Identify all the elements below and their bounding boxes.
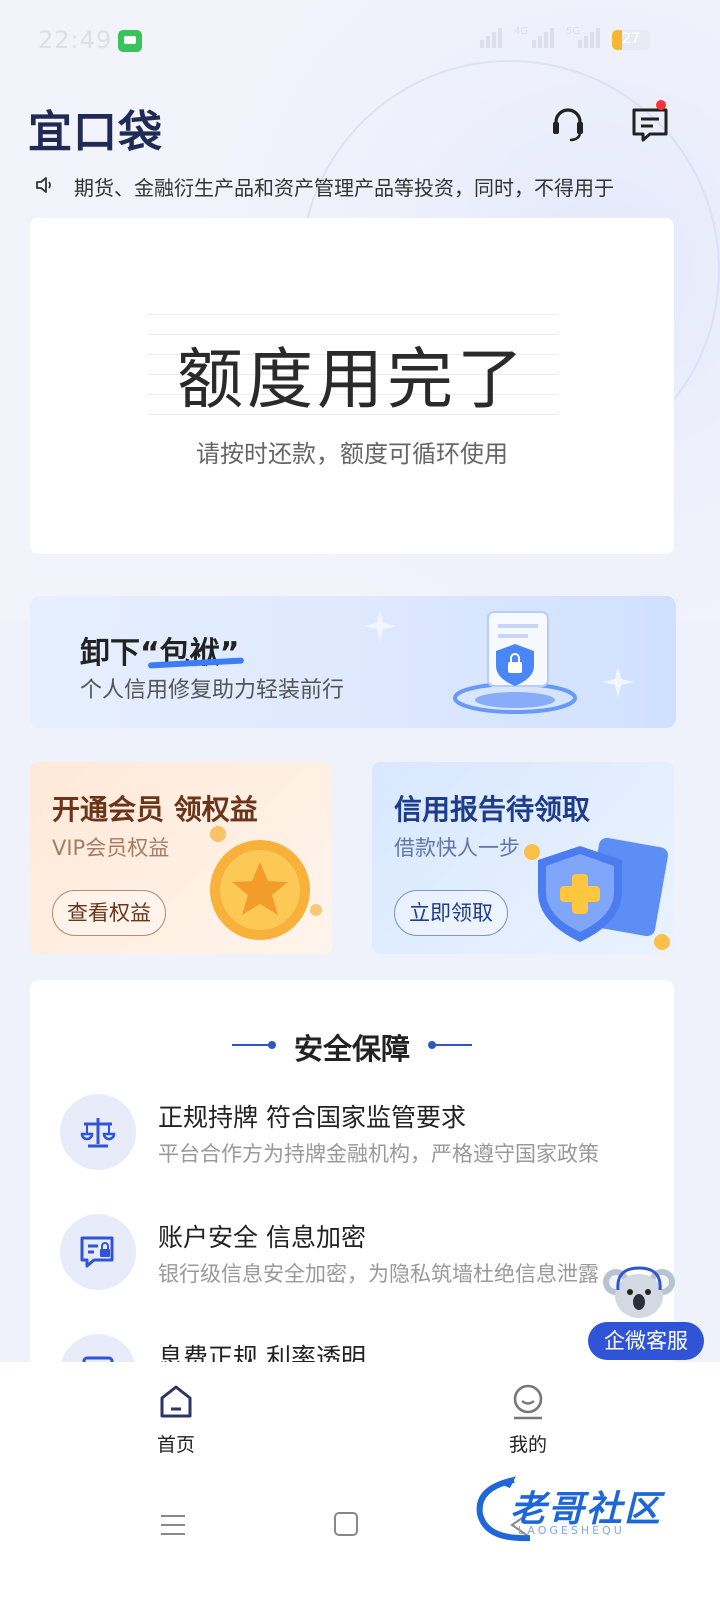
sparkle-icon: [602, 666, 634, 698]
bottom-nav: 首页 我的: [0, 1362, 720, 1472]
status-time: 22:49: [38, 26, 113, 54]
credit-report-promo-card[interactable]: 信用报告待领取 借款快人一步 立即领取: [372, 762, 674, 954]
credit-repair-banner[interactable]: 卸下“包袱” 个人信用修复助力轻装前行: [30, 596, 676, 728]
wecom-support-label: 企微客服: [588, 1322, 704, 1360]
sparkle-icon: [364, 610, 396, 642]
nav-home-label: 首页: [156, 1434, 195, 1456]
status-bar: 22:49 4G 5G 27: [0, 0, 720, 80]
profile-icon: [513, 1384, 543, 1420]
security-item-desc: 银行级信息安全加密，为隐私筑墙杜绝信息泄露: [158, 1262, 599, 1286]
notice-text: 期货、金融衍生产品和资产管理产品等投资，同时，不得用于: [74, 176, 614, 200]
quota-status-subtitle: 请按时还款，额度可循环使用: [196, 440, 508, 468]
security-item-license: 正规持牌 符合国家监管要求 平台合作方为持牌金融机构，严格遵守国家政策: [60, 1094, 660, 1174]
wecom-support-button[interactable]: 企微客服: [588, 1260, 708, 1364]
home-icon: [160, 1385, 192, 1418]
battery-icon: 27: [612, 30, 650, 50]
credit-promo-subtitle: 借款快人一步: [394, 836, 520, 860]
vip-promo-card[interactable]: 开通会员 领权益 VIP会员权益 查看权益: [30, 762, 332, 954]
watermark-logo: 老哥社区 LAOGESHEQU: [470, 1474, 700, 1546]
nav-mine[interactable]: 我的: [478, 1382, 578, 1457]
heading-decoration-right: [428, 1041, 472, 1049]
customer-service-icon[interactable]: [548, 104, 588, 144]
id-lock-icon: [60, 1214, 136, 1290]
security-item-title: 账户安全 信息加密: [158, 1223, 366, 1252]
credit-promo-title: 信用报告待领取: [394, 793, 591, 826]
security-section: 安全保障 正规持牌 符合国家监管要求 平台合作方为持牌金融机构，严格遵守国家政策: [30, 980, 674, 1380]
signal-bars-icon: [578, 28, 602, 52]
banner-subtitle: 个人信用修复助力轻装前行: [80, 678, 345, 703]
security-item-encryption: 账户安全 信息加密 银行级信息安全加密，为隐私筑墙杜绝信息泄露: [60, 1214, 660, 1294]
vip-promo-subtitle: VIP会员权益: [52, 836, 170, 860]
shield-plus-icon: [524, 837, 670, 950]
watermark-subtext: LAOGESHEQU: [518, 1524, 625, 1537]
shield-document-illustration: [453, 611, 577, 714]
gold-coin-icon: [210, 826, 322, 940]
network-label-1: 4G: [514, 26, 529, 37]
view-benefits-button[interactable]: 查看权益: [52, 890, 166, 936]
quota-status-title: 额度用完了: [177, 341, 527, 418]
notice-bar[interactable]: 期货、金融衍生产品和资产管理产品等投资，同时，不得用于: [34, 170, 684, 200]
signal-bars-icon: [480, 28, 504, 52]
scale-icon: [60, 1094, 136, 1170]
message-notification-icon: [118, 30, 142, 52]
koala-mascot-icon: [603, 1266, 675, 1318]
signal-bars-icon: [532, 28, 556, 52]
menu-icon[interactable]: [158, 1510, 188, 1540]
speaker-icon: [36, 177, 51, 193]
banner-title-prefix: 卸下: [80, 636, 140, 671]
nav-home[interactable]: 首页: [126, 1382, 226, 1457]
security-item-desc: 平台合作方为持牌金融机构，严格遵守国家政策: [158, 1142, 599, 1166]
quota-card: 额度用完了 请按时还款，额度可循环使用: [30, 218, 674, 554]
message-icon[interactable]: [630, 104, 670, 144]
claim-now-button[interactable]: 立即领取: [394, 890, 508, 936]
nav-mine-label: 我的: [508, 1434, 547, 1456]
security-heading: 安全保障: [293, 1032, 410, 1066]
app-logo: 宜口袋: [28, 107, 163, 158]
unread-dot: [656, 100, 666, 110]
battery-text: 27: [622, 31, 640, 47]
home-square-icon[interactable]: [332, 1510, 362, 1540]
security-item-title: 正规持牌 符合国家监管要求: [158, 1103, 466, 1132]
